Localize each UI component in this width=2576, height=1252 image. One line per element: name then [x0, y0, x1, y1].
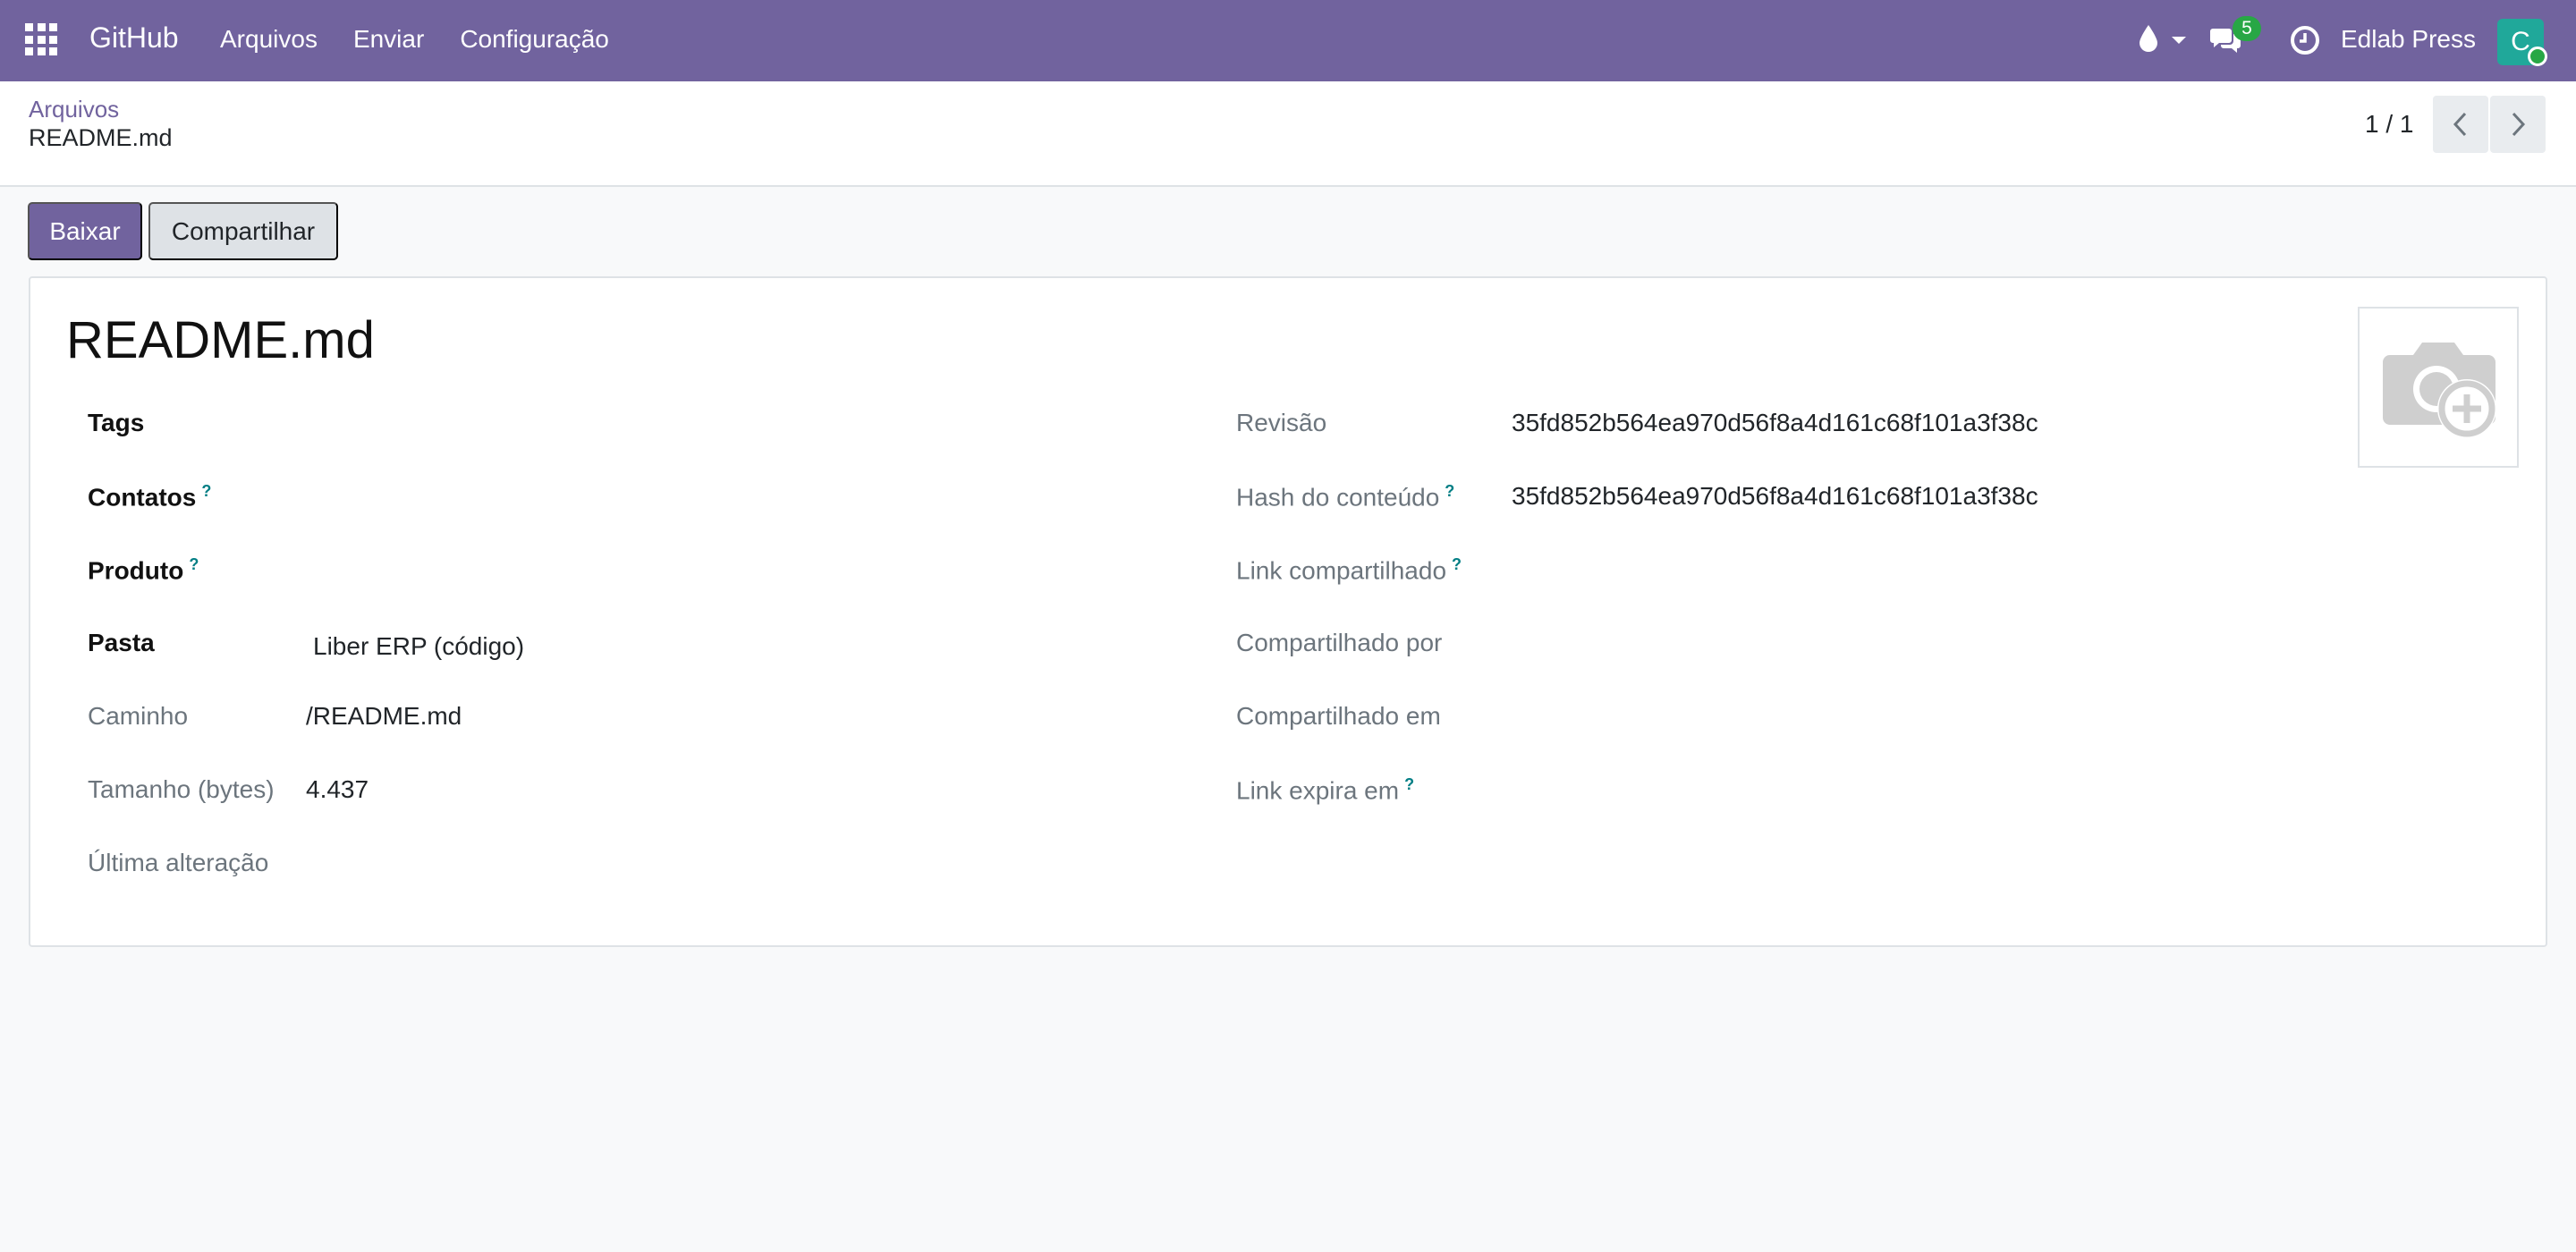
- apps-menu-icon[interactable]: [25, 23, 57, 55]
- revision-label: Revisão: [1236, 409, 1327, 436]
- form-sheet: README.md Tags Contatos? Produto? Pasta …: [29, 276, 2547, 947]
- record-title[interactable]: README.md: [66, 310, 375, 370]
- size-value: 4.437: [306, 775, 369, 803]
- shared-on-label: Compartilhado em: [1236, 702, 1441, 730]
- menu-item-enviar[interactable]: Enviar: [353, 25, 424, 54]
- link-expires-label: Link expira em?: [1236, 775, 1415, 805]
- folder-field[interactable]: Liber ERP (código): [313, 632, 524, 661]
- status-indicator: [2528, 47, 2547, 66]
- folder-label: Pasta: [88, 629, 155, 656]
- top-navbar: GitHub Arquivos Enviar Configuração 5 Ed…: [0, 0, 2576, 81]
- pager-next-button[interactable]: [2490, 96, 2546, 153]
- breadcrumb-parent-link[interactable]: Arquivos: [29, 96, 119, 123]
- shared-link-label: Link compartilhado?: [1236, 555, 1462, 585]
- help-icon[interactable]: ?: [1445, 482, 1454, 500]
- share-button[interactable]: Compartilhar: [148, 202, 338, 260]
- contacts-label: Contatos?: [88, 482, 212, 512]
- drop-icon[interactable]: [2138, 23, 2159, 54]
- app-brand[interactable]: GitHub: [89, 21, 179, 55]
- product-label: Produto?: [88, 555, 199, 585]
- pager-value[interactable]: 1 / 1: [2365, 110, 2413, 139]
- help-icon[interactable]: ?: [189, 555, 199, 573]
- chevron-right-icon: [2512, 112, 2526, 137]
- chevron-down-icon[interactable]: [2172, 37, 2186, 44]
- menu-item-configuracao[interactable]: Configuração: [460, 25, 609, 54]
- menu-item-arquivos[interactable]: Arquivos: [220, 25, 318, 54]
- download-button[interactable]: Baixar: [28, 202, 142, 260]
- revision-value: 35fd852b564ea970d56f8a4d161c68f101a3f38c: [1512, 409, 2038, 436]
- help-icon[interactable]: ?: [1452, 555, 1462, 573]
- pager-previous-button[interactable]: [2433, 96, 2488, 153]
- content-hash-value: 35fd852b564ea970d56f8a4d161c68f101a3f38c: [1512, 482, 2038, 510]
- main-menu: Arquivos Enviar Configuração: [220, 25, 609, 54]
- help-icon[interactable]: ?: [201, 482, 211, 500]
- control-panel: Arquivos README.md 1 / 1: [0, 81, 2576, 187]
- size-label: Tamanho (bytes): [88, 775, 275, 803]
- path-label: Caminho: [88, 702, 189, 730]
- clock-icon[interactable]: [2290, 25, 2320, 55]
- content-hash-label: Hash do conteúdo?: [1236, 482, 1455, 512]
- image-upload-box[interactable]: [2358, 307, 2519, 468]
- chat-count-badge: 5: [2233, 16, 2261, 41]
- tags-label: Tags: [88, 409, 145, 436]
- chevron-left-icon: [2453, 112, 2467, 137]
- breadcrumb-current: README.md: [29, 124, 173, 151]
- path-value: /README.md: [306, 702, 462, 730]
- help-icon[interactable]: ?: [1404, 775, 1414, 793]
- user-menu-name[interactable]: Edlab Press: [2341, 25, 2476, 54]
- last-change-label: Última alteração: [88, 849, 269, 876]
- camera-add-icon: [2383, 343, 2496, 438]
- shared-by-label: Compartilhado por: [1236, 629, 1443, 656]
